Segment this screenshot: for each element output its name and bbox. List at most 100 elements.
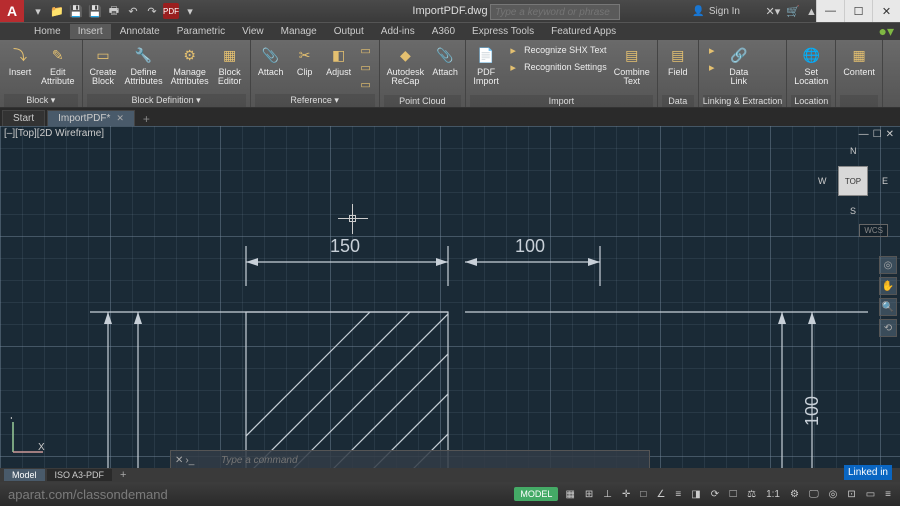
- lineweight-icon[interactable]: ≡: [672, 489, 684, 500]
- panel-pc-label[interactable]: Point Cloud: [384, 95, 462, 107]
- qat-new-icon[interactable]: ▾: [30, 3, 46, 19]
- cart-icon[interactable]: 🛒: [786, 5, 800, 18]
- wcs-badge[interactable]: WCS: [859, 224, 888, 237]
- viewcube[interactable]: N S E W TOP: [818, 146, 888, 216]
- search-input[interactable]: [490, 4, 620, 20]
- otrack-toggle-icon[interactable]: ∠: [653, 489, 668, 500]
- panel-import-label[interactable]: Import: [470, 95, 653, 107]
- layout-add-button[interactable]: +: [114, 469, 132, 481]
- tab-view[interactable]: View: [234, 24, 272, 39]
- tab-express[interactable]: Express Tools: [464, 24, 542, 39]
- qat-undo-icon[interactable]: ↶: [125, 3, 141, 19]
- data-link-button[interactable]: 🔗DataLink: [723, 42, 755, 95]
- drawing-canvas[interactable]: [–][Top][2D Wireframe] — ☐ ✕ 150 100: [0, 126, 900, 482]
- underlay-btn[interactable]: ▭: [357, 42, 375, 58]
- cmd-chevron-icon[interactable]: ›_: [185, 455, 194, 466]
- annotation-icon[interactable]: 🞎: [726, 489, 740, 500]
- close-icon[interactable]: ✕: [116, 113, 124, 123]
- qat-print-icon[interactable]: 🖶: [106, 3, 122, 19]
- combine-text-button[interactable]: ▤CombineText: [611, 42, 653, 95]
- nav-zoom-icon[interactable]: 🔍: [879, 298, 897, 316]
- polar-toggle-icon[interactable]: ✛: [619, 489, 633, 500]
- panel-data-label[interactable]: Data: [662, 95, 694, 107]
- scale-label[interactable]: 1:1: [763, 489, 783, 500]
- cycle-icon[interactable]: ⟳: [708, 489, 722, 500]
- viewcube-e[interactable]: E: [882, 176, 888, 186]
- pdf-import-button[interactable]: 📄PDFImport: [470, 42, 502, 95]
- monitor-icon[interactable]: 🖵: [806, 489, 822, 500]
- qat-saveas-icon[interactable]: 💾: [87, 3, 103, 19]
- tab-output[interactable]: Output: [326, 24, 372, 39]
- adjust-button[interactable]: ◧Adjust: [323, 42, 355, 94]
- clip-button[interactable]: ✂Clip: [289, 42, 321, 94]
- search-box[interactable]: [490, 2, 620, 21]
- nav-pan-icon[interactable]: ✋: [879, 277, 897, 295]
- exchange-icon[interactable]: ✕▾: [765, 5, 780, 18]
- tab-annotate[interactable]: Annotate: [112, 24, 168, 39]
- command-line[interactable]: ✕ ›_: [170, 450, 650, 470]
- qat-pdf-badge[interactable]: PDF: [163, 3, 179, 19]
- ortho-toggle-icon[interactable]: ⊥: [600, 489, 615, 500]
- annoscale-icon[interactable]: ⚖: [744, 489, 759, 500]
- panel-linking-label[interactable]: Linking & Extraction: [703, 95, 783, 107]
- manage-attr-button[interactable]: ⚙ManageAttributes: [168, 42, 212, 94]
- edit-attribute-button[interactable]: ✎EditAttribute: [38, 42, 78, 94]
- define-attr-button[interactable]: 🔧DefineAttributes: [122, 42, 166, 94]
- recognition-settings-button[interactable]: ▸Recognition Settings: [504, 59, 609, 75]
- create-block-button[interactable]: ▭CreateBlock: [87, 42, 120, 94]
- filetab-importpdf[interactable]: ImportPDF*✕: [47, 110, 135, 126]
- viewcube-face[interactable]: TOP: [838, 166, 868, 196]
- panel-loc-label[interactable]: Location: [791, 95, 831, 107]
- isolate-icon[interactable]: ◎: [826, 489, 841, 500]
- tab-featured[interactable]: Featured Apps: [543, 24, 624, 39]
- qat-redo-icon[interactable]: ↷: [144, 3, 160, 19]
- transparency-icon[interactable]: ◨: [688, 489, 703, 500]
- attach-button[interactable]: 📎Attach: [255, 42, 287, 94]
- minimize-button[interactable]: —: [816, 0, 844, 22]
- recognize-shx-button[interactable]: ▸Recognize SHX Text: [504, 42, 609, 58]
- clean-icon[interactable]: ▭: [863, 489, 878, 500]
- nav-orbit-icon[interactable]: ⟲: [879, 319, 897, 337]
- tab-home[interactable]: Home: [26, 24, 69, 39]
- status-model-button[interactable]: MODEL: [514, 487, 558, 501]
- hardware-icon[interactable]: ⊡: [844, 489, 858, 500]
- close-button[interactable]: ✕: [872, 0, 900, 22]
- viewcube-w[interactable]: W: [818, 176, 827, 186]
- panel-block-label[interactable]: Block ▾: [4, 94, 78, 107]
- cmd-close-icon[interactable]: ✕: [175, 455, 183, 466]
- insert-button[interactable]: ⤵Insert: [4, 42, 36, 94]
- panel-blockdef-label[interactable]: Block Definition ▾: [87, 94, 246, 107]
- signin-button[interactable]: 👤 Sign In: [692, 6, 740, 17]
- qat-save-icon[interactable]: 💾: [68, 3, 84, 19]
- maximize-button[interactable]: ☐: [844, 0, 872, 22]
- qat-dropdown-icon[interactable]: ▾: [182, 3, 198, 19]
- link-row1[interactable]: ▸: [703, 42, 721, 58]
- tab-manage[interactable]: Manage: [273, 24, 325, 39]
- layout-iso[interactable]: ISO A3-PDF: [47, 469, 113, 481]
- tab-insert[interactable]: Insert: [70, 24, 111, 39]
- command-input[interactable]: [221, 455, 649, 466]
- tab-addins[interactable]: Add-ins: [373, 24, 423, 39]
- viewcube-s[interactable]: S: [850, 206, 856, 216]
- nav-wheel-icon[interactable]: ◎: [879, 256, 897, 274]
- pc-attach-button[interactable]: 📎Attach: [429, 42, 461, 95]
- qat-open-icon[interactable]: 📁: [49, 3, 65, 19]
- customize-icon[interactable]: ≡: [882, 489, 894, 500]
- set-location-button[interactable]: 🌐SetLocation: [791, 42, 831, 95]
- add-tab-button[interactable]: +: [137, 112, 156, 126]
- snap-toggle-icon[interactable]: ⊞: [582, 489, 596, 500]
- content-button[interactable]: ▦Content: [840, 42, 878, 95]
- layout-model[interactable]: Model: [4, 469, 45, 481]
- grid-toggle-icon[interactable]: ▦: [562, 489, 577, 500]
- panel-ref-label[interactable]: Reference ▾: [255, 94, 375, 107]
- viewcube-n[interactable]: N: [850, 146, 857, 156]
- frames-btn[interactable]: ▭: [357, 59, 375, 75]
- field-button[interactable]: ▤Field: [662, 42, 694, 95]
- cmd-handle[interactable]: ✕ ›_: [171, 455, 221, 466]
- snap-btn[interactable]: ▭: [357, 76, 375, 92]
- block-editor-button[interactable]: ▦BlockEditor: [214, 42, 246, 94]
- link-row2[interactable]: ▸: [703, 59, 721, 75]
- osnap-toggle-icon[interactable]: □: [637, 489, 649, 500]
- app-logo[interactable]: A: [0, 0, 24, 22]
- tab-a360[interactable]: A360: [424, 24, 463, 39]
